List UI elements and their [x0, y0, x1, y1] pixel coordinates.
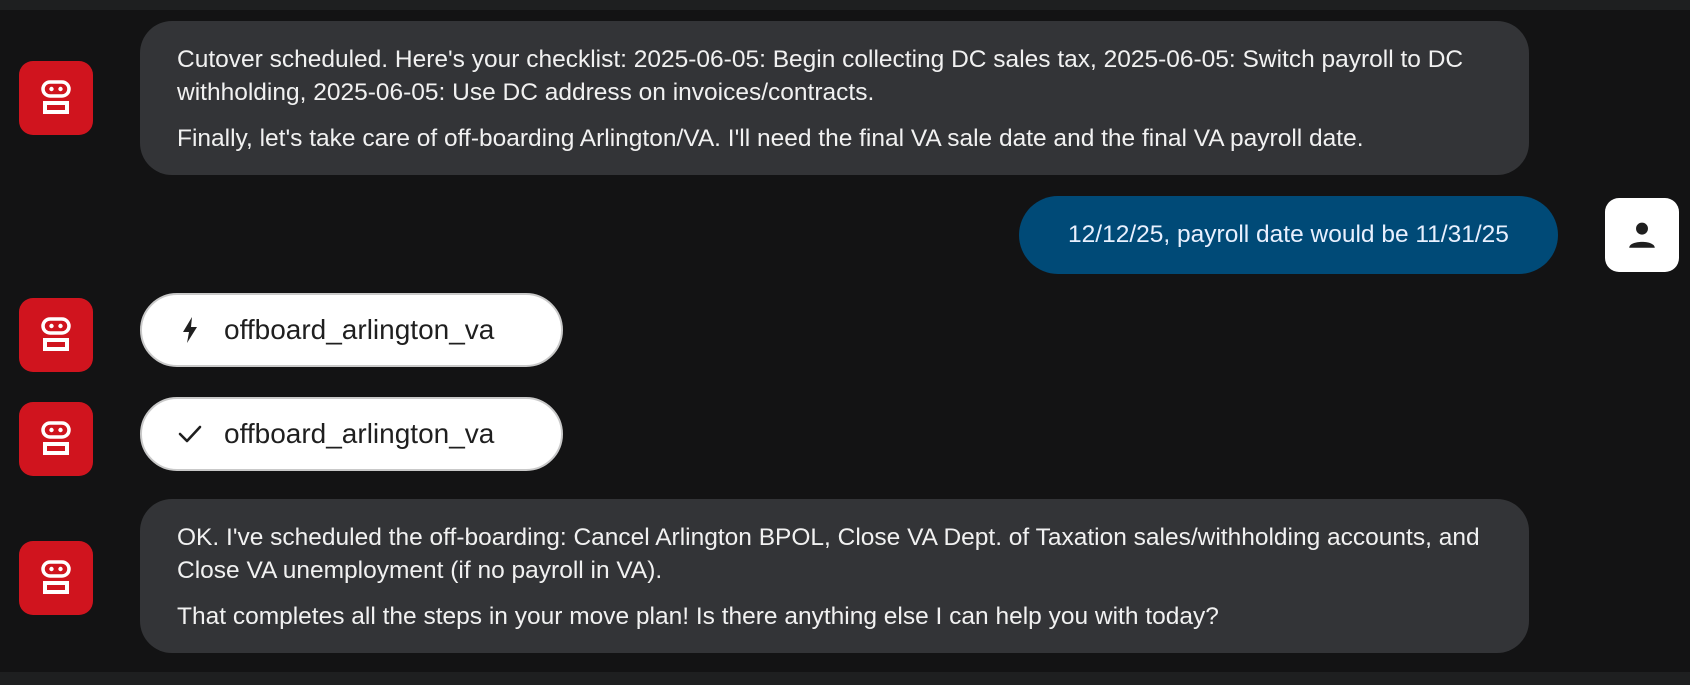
- robot-icon: [41, 317, 71, 351]
- bot-message-bubble: OK. I've scheduled the off-boarding: Can…: [140, 499, 1529, 653]
- tool-call-label: offboard_arlington_va: [224, 314, 495, 345]
- user-message-bubble: 12/12/25, payroll date would be 11/31/25: [1019, 196, 1558, 274]
- user-avatar: [1605, 198, 1679, 272]
- bottom-footer-strip: [0, 672, 1690, 685]
- bot-avatar: [19, 298, 93, 372]
- person-icon: [1629, 222, 1655, 248]
- tool-call-pill-running[interactable]: offboard_arlington_va: [140, 293, 563, 367]
- chat-transcript: Cutover scheduled. Here's your checklist…: [0, 0, 1690, 685]
- robot-icon: [41, 421, 71, 455]
- message-paragraph: Finally, let's take care of off-boarding…: [177, 125, 1364, 152]
- message-paragraph: Cutover scheduled. Here's your checklist…: [177, 46, 1464, 106]
- user-message-text: 12/12/25, payroll date would be 11/31/25: [1068, 221, 1509, 248]
- bot-avatar: [19, 61, 93, 135]
- bot-message-bubble: Cutover scheduled. Here's your checklist…: [140, 21, 1529, 175]
- tool-call-pill-done[interactable]: offboard_arlington_va: [140, 397, 563, 471]
- check-icon: [178, 420, 202, 448]
- robot-icon: [41, 560, 71, 594]
- message-paragraph: That completes all the steps in your mov…: [177, 603, 1219, 630]
- bot-avatar: [19, 541, 93, 615]
- tool-call-label: offboard_arlington_va: [224, 418, 495, 449]
- message-paragraph: OK. I've scheduled the off-boarding: Can…: [177, 524, 1480, 584]
- bot-avatar: [19, 402, 93, 476]
- bolt-icon: [178, 316, 202, 344]
- robot-icon: [41, 80, 71, 114]
